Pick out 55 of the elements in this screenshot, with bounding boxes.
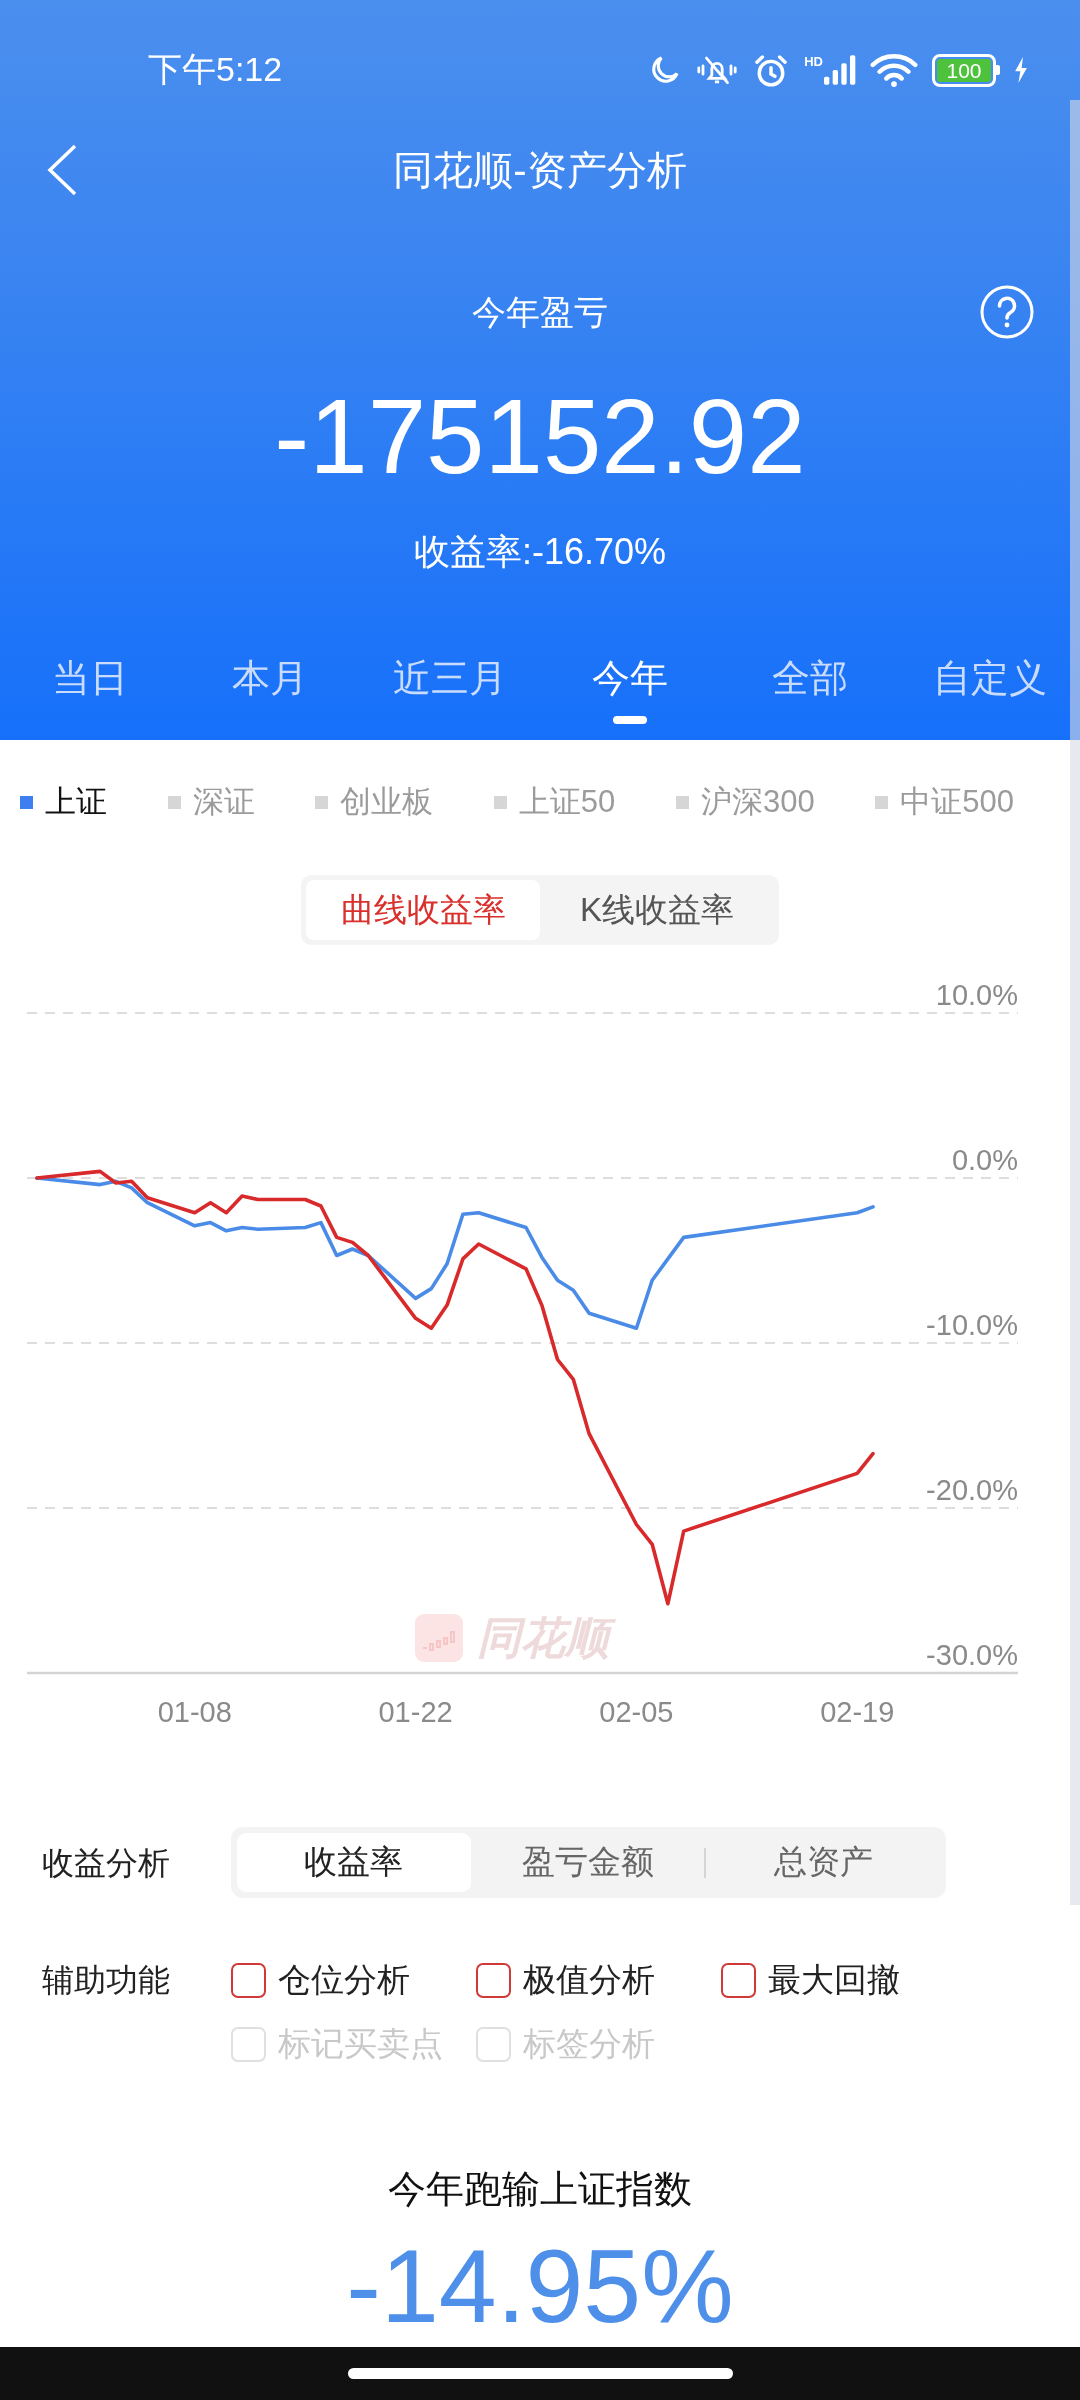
- index-legend-item[interactable]: 上证: [20, 780, 107, 824]
- profit-loss-amount: -175152.92: [274, 377, 806, 497]
- legend-square-icon: [493, 795, 507, 809]
- return-analysis-label: 收益分析: [42, 1843, 171, 1883]
- x-axis-label: 01-08: [157, 1696, 232, 1728]
- comparison-title: 今年跑输上证指数: [388, 2167, 692, 2212]
- checkbox-label: 最大回撤: [768, 1960, 900, 2000]
- legend-square-icon: [675, 795, 689, 809]
- period-tab[interactable]: 当日: [0, 650, 180, 724]
- x-axis-label: 02-05: [599, 1696, 674, 1728]
- aux-functions-label: 辅助功能: [42, 1961, 171, 2000]
- checkbox[interactable]: [476, 1962, 511, 1998]
- y-axis-label: -10.0%: [926, 1309, 1018, 1341]
- help-icon[interactable]: [980, 285, 1034, 339]
- index-legend-item[interactable]: 上证50: [493, 780, 616, 824]
- period-tab[interactable]: 全部: [720, 650, 900, 724]
- x-axis-label: 02-19: [820, 1696, 895, 1728]
- page-title: 同花顺-资产分析: [393, 147, 687, 194]
- y-axis-label: 10.0%: [935, 979, 1018, 1011]
- return-analysis-option[interactable]: 收益率: [237, 1833, 471, 1892]
- checkbox-label: 极值分析: [523, 1960, 655, 2000]
- period-tab[interactable]: 近三月: [360, 650, 540, 724]
- x-axis-label: 01-22: [378, 1696, 453, 1728]
- status-time: 下午5:12: [148, 49, 283, 90]
- checkbox-label: 仓位分析: [278, 1960, 410, 2000]
- app-logo-icon: [415, 1614, 463, 1662]
- period-tab[interactable]: 自定义: [900, 650, 1080, 724]
- period-tab[interactable]: 本月: [180, 650, 360, 724]
- legend-square-icon: [315, 795, 329, 809]
- network-type-label: HD: [804, 55, 823, 68]
- checkbox[interactable]: [231, 1962, 266, 1998]
- legend-square-icon: [875, 795, 889, 809]
- return-rate-text: 收益率:-16.70%: [413, 530, 667, 574]
- back-icon[interactable]: [46, 144, 78, 196]
- return-analysis-option[interactable]: 盈亏金额: [470, 1833, 705, 1892]
- y-axis-label: -30.0%: [926, 1639, 1018, 1671]
- index-legend-item[interactable]: 沪深300: [675, 780, 815, 824]
- charging-bolt-icon: [1014, 57, 1028, 83]
- index-legend-item[interactable]: 中证500: [875, 780, 1014, 824]
- index-legend-item[interactable]: 深证: [167, 780, 255, 824]
- legend-square-icon: [20, 795, 33, 809]
- return-analysis-option[interactable]: 总资产: [706, 1833, 940, 1892]
- legend-square-icon: [167, 795, 181, 809]
- battery-indicator: 100: [932, 53, 1000, 87]
- period-tab[interactable]: 今年: [540, 650, 720, 724]
- wifi-icon: [870, 53, 918, 87]
- chart-mode-option[interactable]: 曲线收益率: [306, 880, 540, 940]
- signal-bars-icon: [824, 55, 856, 85]
- y-axis-label: -20.0%: [926, 1474, 1018, 1506]
- chart-mode-option[interactable]: K线收益率: [540, 880, 774, 940]
- y-axis-label: 0.0%: [951, 1144, 1018, 1176]
- checkbox[interactable]: [721, 1962, 756, 1998]
- profit-loss-label: 今年盈亏: [472, 292, 608, 333]
- index-legend-item[interactable]: 创业板: [315, 780, 434, 824]
- comparison-value: -14.95%: [346, 2234, 734, 2338]
